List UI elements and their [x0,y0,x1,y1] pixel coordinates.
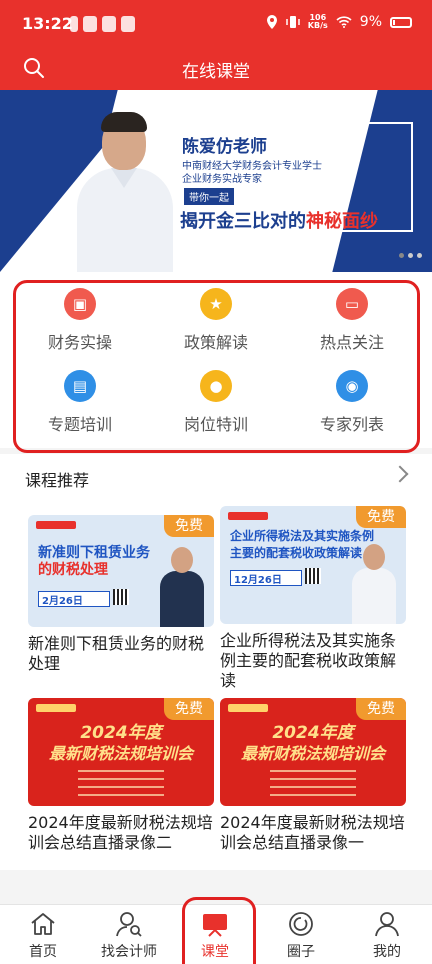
banner-headline: 揭开金三比对的神秘面纱 [180,211,378,232]
category-label: 专题培训 [47,415,112,434]
course-title: 2024年度最新财税法规培训会总结直播录像二 [28,813,213,852]
book-icon: ▤ [64,370,96,402]
home-icon [31,913,55,935]
teacher-photo [75,110,175,272]
app2-notification-icon [121,16,135,32]
course-card[interactable]: 2024年度 最新财税法规培训会 免费 2024年度最新财税法规培训会总结直播录… [28,698,214,853]
recommend-header[interactable]: 课程推荐 [0,454,432,500]
vibrate-icon [286,16,300,28]
banner-subtitle: 企业财务实战专家 [182,174,262,185]
thumbnail-event: 最新财税法规培训会 [48,744,193,763]
thumbnail-event: 最新财税法规培训会 [240,744,385,763]
app-notification-icon [102,16,116,32]
brand-logo [228,512,268,520]
lecturer-photo [352,544,396,624]
banner-teacher-name: 陈爱仿老师 [182,137,267,157]
free-badge: 免费 [356,506,406,528]
tab-label: 我的 [373,944,401,960]
thumbnail-details [78,770,164,798]
tab-label: 圈子 [287,944,315,960]
brand-logo [36,521,76,529]
page-title: 在线课堂 [182,62,250,82]
category-policy-interpretation[interactable]: ★ 政策解读 [156,288,276,358]
person-icon: ● [200,370,232,402]
category-grid: ▣ 财务实操 ★ 政策解读 ▭ 热点关注 ▤ 专题培训 ● 岗位特训 ◉ 专家列… [0,272,432,453]
course-card[interactable]: 企业所得税法及其实施条例 主要的配套税收政策解读 12月26日 免费 企业所得税法… [220,506,406,691]
thumbnail-date: 12月26日 [230,570,302,586]
chevron-right-icon[interactable] [391,465,409,483]
find-accountant-icon [116,912,142,937]
wifi-icon [336,16,352,28]
wallet-icon: ▣ [64,288,96,320]
tab-circle[interactable]: 圈子 [258,905,344,964]
location-icon [266,15,277,29]
promo-banner[interactable]: 陈爱仿老师 中南财经大学财务会计专业学士 企业财务实战专家 带你一起 揭开金三比… [0,90,432,272]
category-financial-practice[interactable]: ▣ 财务实操 [20,288,140,358]
battery-percent: 9% [359,14,382,30]
tab-find-accountant[interactable]: 找会计师 [86,905,172,964]
category-position-training[interactable]: ● 岗位特训 [156,370,276,440]
course-title: 2024年度最新财税法规培训会总结直播录像一 [220,813,405,852]
active-tab-highlight [182,897,256,964]
lecturer-photo [160,547,204,627]
course-thumbnail: 2024年度 最新财税法规培训会 免费 [220,698,406,806]
course-title: 企业所得税法及其实施条例主要的配套税收政策解读 [220,631,397,690]
weibo-notification-icon [83,16,97,32]
top-nav-bar: 在线课堂 [0,50,432,90]
course-thumbnail: 企业所得税法及其实施条例 主要的配套税收政策解读 12月26日 免费 [220,506,406,624]
category-hot-topics[interactable]: ▭ 热点关注 [292,288,412,358]
category-label: 财务实操 [47,333,112,352]
status-bar: 13:22 106 KB/s 9% [0,0,432,50]
thumbnail-details [270,770,356,798]
category-label: 专家列表 [319,415,384,434]
free-badge: 免费 [164,515,214,537]
tab-home[interactable]: 首页 [0,905,86,964]
net-speed: 106 KB/s [307,13,328,30]
category-special-training[interactable]: ▤ 专题培训 [20,370,140,440]
thumbnail-date: 2月26日 [38,591,110,607]
course-list: 新准则下租赁业务 的财税处理 2月26日 免费 新准则下租赁业务的财税处理 企业所… [0,500,432,870]
course-card[interactable]: 2024年度 最新财税法规培训会 免费 2024年度最新财税法规培训会总结直播录… [220,698,406,853]
qr-code-icon [305,568,321,584]
brand-logo [36,704,76,712]
banner-pagination [399,253,422,258]
notification-icons [70,16,135,32]
category-expert-list[interactable]: ◉ 专家列表 [292,370,412,440]
thumbnail-title: 新准则下租赁业务 的财税处理 [38,545,150,578]
free-badge: 免费 [356,698,406,720]
profile-icon [375,912,399,937]
battery-icon [390,16,412,28]
monitor-icon: ▭ [336,288,368,320]
tab-profile[interactable]: 我的 [344,905,430,964]
course-thumbnail: 2024年度 最新财税法规培训会 免费 [28,698,214,806]
category-label: 岗位特训 [183,415,248,434]
battery-low-notification-icon [70,16,78,32]
star-icon: ★ [200,288,232,320]
tab-label: 找会计师 [101,944,157,960]
category-label: 政策解读 [183,333,248,352]
category-label: 热点关注 [319,333,384,352]
expert-icon: ◉ [336,370,368,402]
course-title: 新准则下租赁业务的财税处理 [28,634,205,673]
free-badge: 免费 [164,698,214,720]
recommend-title: 课程推荐 [25,471,90,490]
course-card[interactable]: 新准则下租赁业务 的财税处理 2月26日 免费 新准则下租赁业务的财税处理 [28,515,214,674]
circle-icon [289,912,313,936]
brand-logo [228,704,268,712]
course-thumbnail: 新准则下租赁业务 的财税处理 2月26日 免费 [28,515,214,627]
status-right: 106 KB/s 9% [266,14,412,30]
qr-code-icon [113,589,129,605]
tab-label: 首页 [29,944,57,960]
banner-tag: 带你一起 [184,188,234,205]
status-time: 13:22 [22,14,73,33]
